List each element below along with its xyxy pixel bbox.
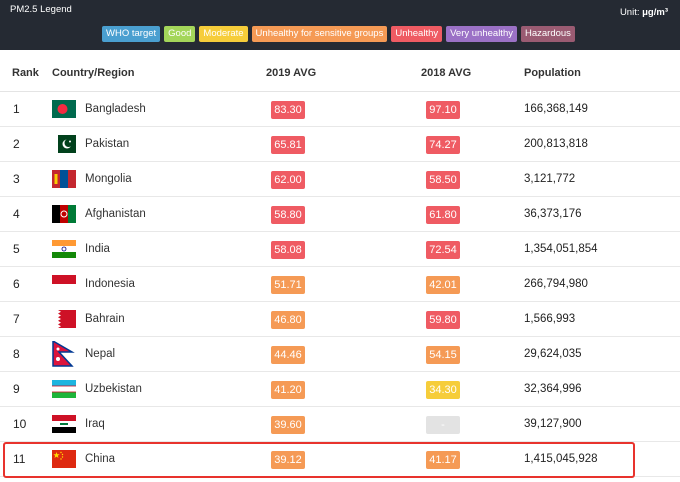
legend-chip-good[interactable]: Good bbox=[164, 26, 196, 42]
rank-cell: 4 bbox=[13, 207, 20, 221]
header-2018-avg[interactable]: 2018 AVG bbox=[421, 67, 471, 79]
table-row[interactable]: 5 India 58.08 72.54 1,354,051,854 bbox=[0, 232, 680, 267]
table-row[interactable]: 2 Pakistan 65.81 74.27 200,813,818 bbox=[0, 127, 680, 162]
avg-2018-badge: 97.10 bbox=[426, 101, 460, 119]
avg-2018-badge: 42.01 bbox=[426, 276, 460, 294]
table-row[interactable]: 11 China 39.12 41.17 1,415,045,928 bbox=[0, 442, 680, 477]
avg-2019-badge: 65.81 bbox=[271, 136, 305, 154]
population-cell: 3,121,772 bbox=[524, 173, 576, 185]
legend-chip-hazardous[interactable]: Hazardous bbox=[520, 26, 575, 42]
rank-cell: 5 bbox=[13, 242, 20, 256]
avg-2018-badge: - bbox=[426, 416, 460, 434]
table-row[interactable]: 4 Afghanistan 58.80 61.80 36,373,176 bbox=[0, 197, 680, 232]
unit-value: μg/m³ bbox=[642, 7, 668, 18]
avg-2018-badge: 54.15 bbox=[426, 346, 460, 364]
avg-2018-badge: 72.54 bbox=[426, 241, 460, 259]
avg-2019-badge: 51.71 bbox=[271, 276, 305, 294]
country-cell[interactable]: Indonesia bbox=[85, 278, 135, 290]
iraq-flag-icon bbox=[52, 415, 76, 433]
header-country[interactable]: Country/Region bbox=[52, 67, 135, 79]
population-cell: 1,566,993 bbox=[524, 313, 576, 325]
unit-label: Unit: μg/m³ bbox=[620, 7, 668, 18]
rank-cell: 10 bbox=[13, 417, 27, 431]
country-cell[interactable]: Bangladesh bbox=[85, 103, 146, 115]
legend-chip-who-target[interactable]: WHO target bbox=[102, 26, 161, 42]
avg-2019-badge: 39.60 bbox=[271, 416, 305, 434]
table-row[interactable]: 7 Bahrain 46.80 59.80 1,566,993 bbox=[0, 302, 680, 337]
population-cell: 1,354,051,854 bbox=[524, 243, 598, 255]
pakistan-flag-icon bbox=[52, 135, 76, 153]
avg-2019-badge: 41.20 bbox=[271, 381, 305, 399]
avg-2018-badge: 61.80 bbox=[426, 206, 460, 224]
legend-chip-moderate[interactable]: Moderate bbox=[199, 26, 248, 42]
avg-2018-badge: 74.27 bbox=[426, 136, 460, 154]
country-cell[interactable]: Mongolia bbox=[85, 173, 132, 185]
rank-cell: 9 bbox=[13, 382, 20, 396]
avg-2019-badge: 46.80 bbox=[271, 311, 305, 329]
avg-2018-badge: 59.80 bbox=[426, 311, 460, 329]
population-cell: 266,794,980 bbox=[524, 278, 588, 290]
country-cell[interactable]: Uzbekistan bbox=[85, 383, 142, 395]
afghanistan-flag-icon bbox=[52, 205, 76, 223]
table-row[interactable]: 1 Bangladesh 83.30 97.10 166,368,149 bbox=[0, 92, 680, 127]
avg-2019-badge: 58.80 bbox=[271, 206, 305, 224]
uzbekistan-flag-icon bbox=[52, 380, 76, 398]
pm25-legend-bar: PM2.5 Legend Unit: μg/m³ WHO target Good… bbox=[0, 0, 680, 50]
population-cell: 39,127,900 bbox=[524, 418, 582, 430]
population-cell: 32,364,996 bbox=[524, 383, 582, 395]
country-cell[interactable]: Nepal bbox=[85, 348, 115, 360]
indonesia-flag-icon bbox=[52, 275, 76, 293]
legend-chip-unhealthy[interactable]: Unhealthy bbox=[391, 26, 443, 42]
india-flag-icon bbox=[52, 240, 76, 258]
avg-2019-badge: 58.08 bbox=[271, 241, 305, 259]
legend-title: PM2.5 Legend bbox=[10, 4, 72, 15]
country-cell[interactable]: China bbox=[85, 453, 115, 465]
bangladesh-flag-icon bbox=[52, 100, 76, 118]
country-cell[interactable]: Iraq bbox=[85, 418, 105, 430]
table-row[interactable]: 9 Uzbekistan 41.20 34.30 32,364,996 bbox=[0, 372, 680, 407]
table-row[interactable]: 8 Nepal 44.46 54.15 29,624,035 bbox=[0, 337, 680, 372]
table-header: Rank Country/Region 2019 AVG 2018 AVG Po… bbox=[0, 54, 680, 92]
rank-cell: 7 bbox=[13, 312, 20, 326]
country-cell[interactable]: India bbox=[85, 243, 110, 255]
rank-cell: 2 bbox=[13, 137, 20, 151]
population-cell: 29,624,035 bbox=[524, 348, 582, 360]
rank-cell: 1 bbox=[13, 102, 20, 116]
country-cell[interactable]: Afghanistan bbox=[85, 208, 146, 220]
rank-cell: 6 bbox=[13, 277, 20, 291]
legend-chip-very-unhealthy[interactable]: Very unhealthy bbox=[446, 26, 517, 42]
rank-cell: 11 bbox=[13, 452, 26, 466]
population-cell: 1,415,045,928 bbox=[524, 453, 598, 465]
legend-chips: WHO target Good Moderate Unhealthy for s… bbox=[102, 26, 575, 42]
avg-2018-badge: 34.30 bbox=[426, 381, 460, 399]
population-cell: 166,368,149 bbox=[524, 103, 588, 115]
header-rank[interactable]: Rank bbox=[12, 67, 39, 79]
avg-2018-badge: 58.50 bbox=[426, 171, 460, 189]
rank-cell: 8 bbox=[13, 347, 20, 361]
nepal-flag-icon bbox=[52, 341, 76, 367]
mongolia-flag-icon bbox=[52, 170, 76, 188]
table-row[interactable]: 10 Iraq 39.60 - 39,127,900 bbox=[0, 407, 680, 442]
avg-2018-badge: 41.17 bbox=[426, 451, 460, 469]
avg-2019-badge: 62.00 bbox=[271, 171, 305, 189]
bahrain-flag-icon bbox=[52, 310, 76, 328]
rank-cell: 3 bbox=[13, 172, 20, 186]
country-cell[interactable]: Bahrain bbox=[85, 313, 125, 325]
table-row[interactable]: 3 Mongolia 62.00 58.50 3,121,772 bbox=[0, 162, 680, 197]
header-population[interactable]: Population bbox=[524, 67, 581, 79]
avg-2019-badge: 83.30 bbox=[271, 101, 305, 119]
avg-2019-badge: 39.12 bbox=[271, 451, 305, 469]
table-row[interactable]: 6 Indonesia 51.71 42.01 266,794,980 bbox=[0, 267, 680, 302]
unit-label-prefix: Unit: bbox=[619, 7, 640, 18]
country-cell[interactable]: Pakistan bbox=[85, 138, 129, 150]
header-2019-avg[interactable]: 2019 AVG bbox=[266, 67, 316, 79]
china-flag-icon bbox=[52, 450, 76, 468]
legend-chip-unhealthy-sensitive[interactable]: Unhealthy for sensitive groups bbox=[251, 26, 388, 42]
population-cell: 200,813,818 bbox=[524, 138, 588, 150]
avg-2019-badge: 44.46 bbox=[271, 346, 305, 364]
population-cell: 36,373,176 bbox=[524, 208, 582, 220]
